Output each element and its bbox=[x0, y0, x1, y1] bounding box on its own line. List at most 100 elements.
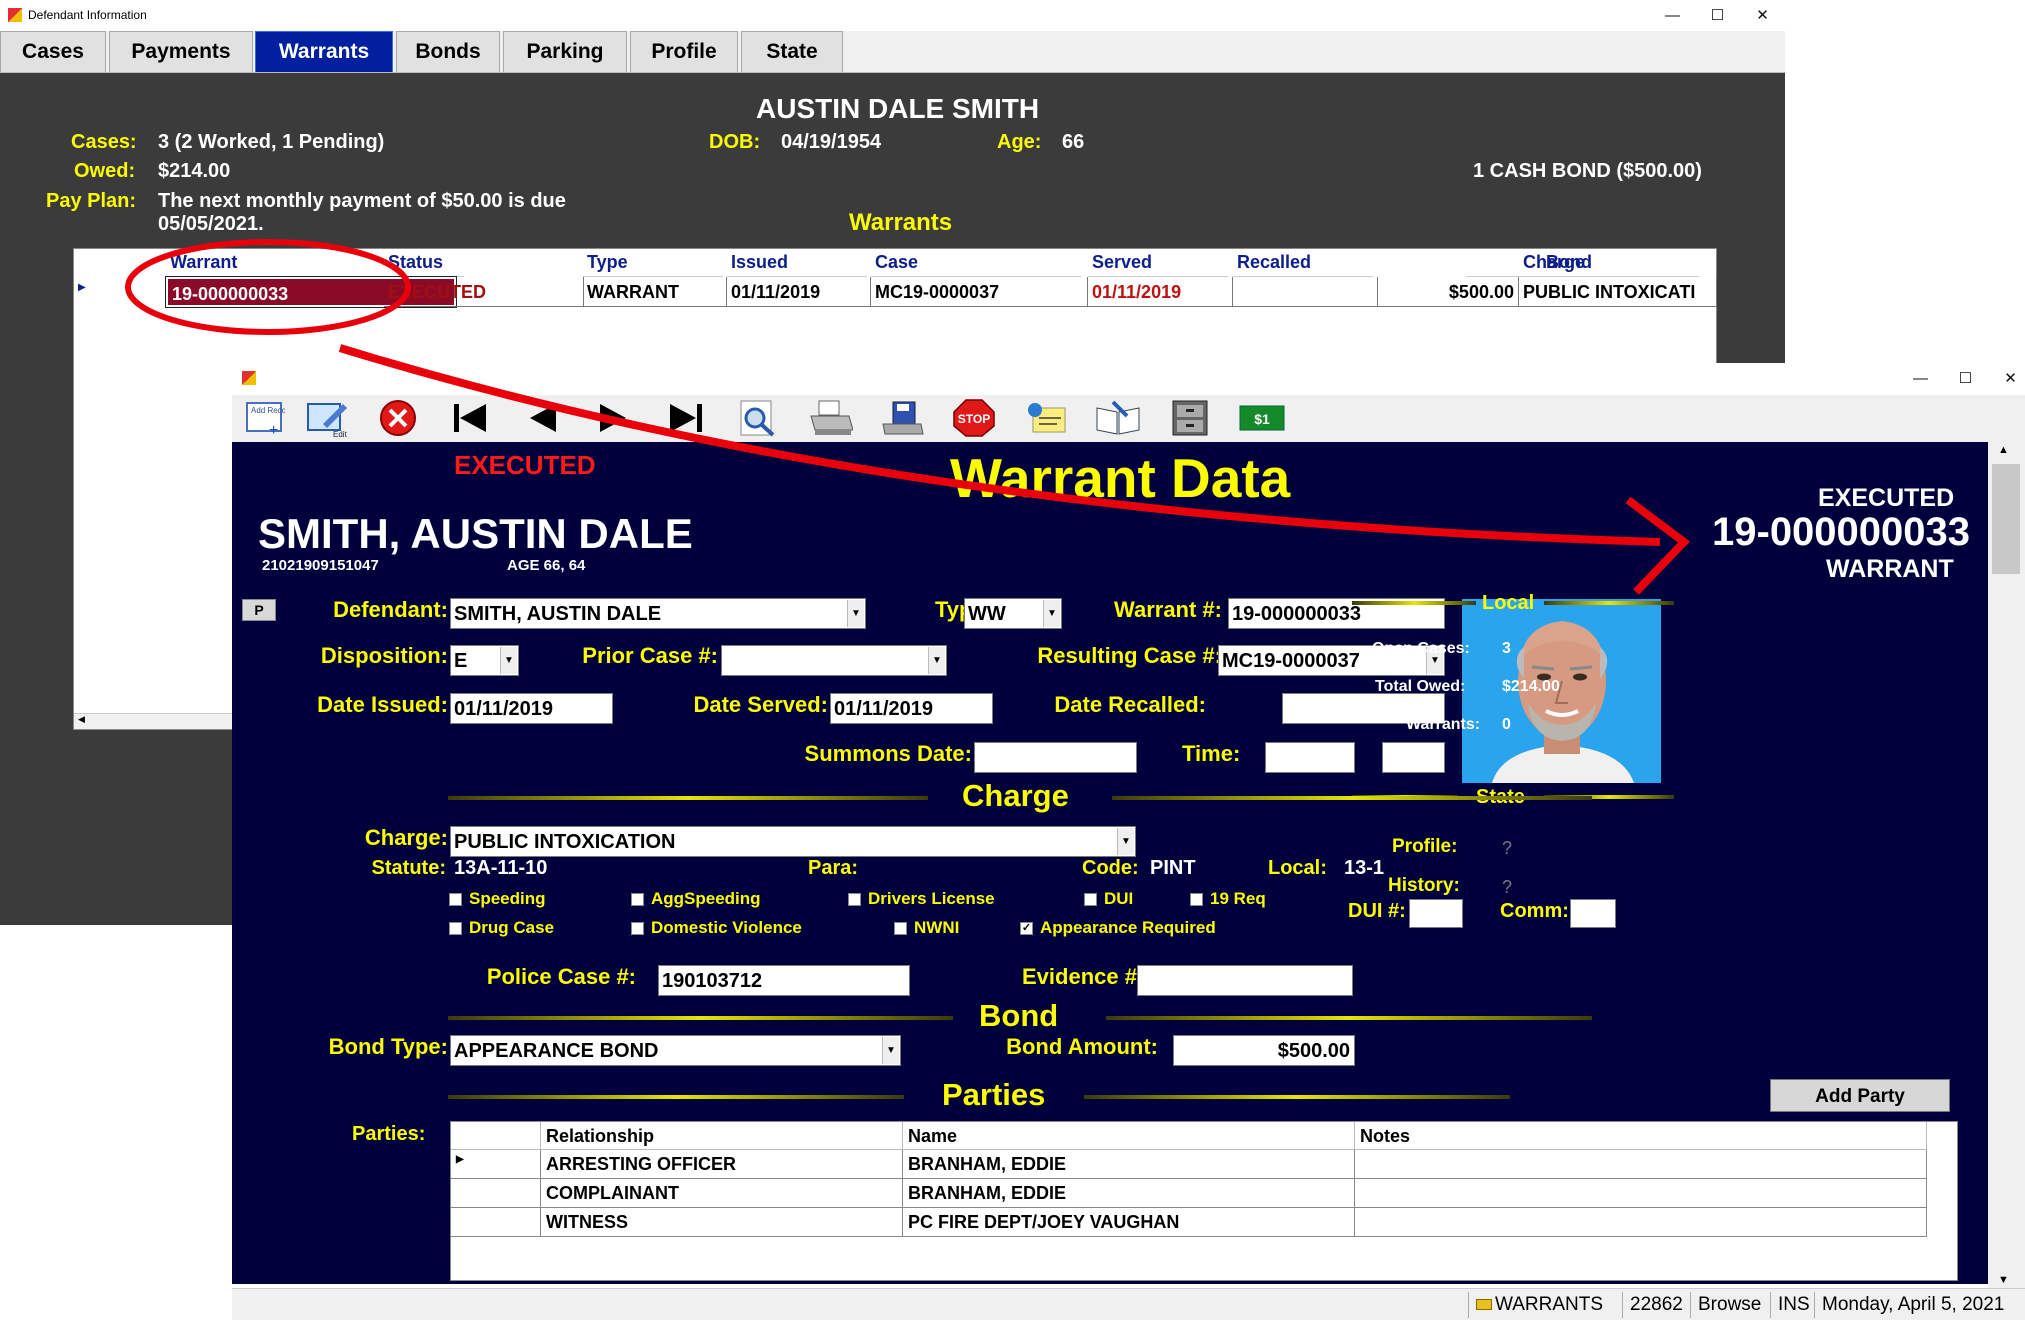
domestic-violence-checkbox[interactable]: Domestic Violence bbox=[631, 918, 802, 938]
relationship-cell[interactable]: WITNESS bbox=[541, 1208, 903, 1237]
charge-select[interactable]: PUBLIC INTOXICATION ▼ bbox=[450, 826, 1136, 857]
charge-section-title: Charge bbox=[962, 778, 1069, 813]
chevron-down-icon[interactable]: ▼ bbox=[1117, 828, 1134, 855]
relationship-cell[interactable]: ARRESTING OFFICER bbox=[541, 1150, 903, 1179]
notes-cell[interactable] bbox=[1355, 1179, 1927, 1208]
column-header-name[interactable]: Name bbox=[903, 1122, 1355, 1150]
defendant-photo bbox=[1462, 599, 1661, 783]
stop-label: STOP bbox=[958, 412, 990, 426]
checkbox-box[interactable] bbox=[1084, 892, 1097, 906]
police-case-field[interactable]: 190103712 bbox=[658, 965, 910, 996]
19-req-checkbox[interactable]: 19 Req bbox=[1190, 889, 1266, 909]
history-status-icon[interactable]: ? bbox=[1502, 877, 1512, 898]
last-record-button[interactable] bbox=[660, 398, 712, 438]
type-select[interactable]: WW ▼ bbox=[964, 598, 1062, 629]
disposition-select[interactable]: E ▼ bbox=[450, 645, 519, 676]
checkbox-box[interactable] bbox=[631, 892, 644, 906]
drug-case-checkbox[interactable]: Drug Case bbox=[449, 918, 554, 938]
stop-icon: STOP bbox=[953, 399, 995, 437]
dui-checkbox[interactable]: DUI bbox=[1084, 889, 1133, 909]
notes-cell[interactable] bbox=[1355, 1208, 1927, 1237]
scroll-thumb[interactable] bbox=[1992, 464, 2020, 574]
add-record-button[interactable]: Add Record + bbox=[238, 398, 290, 438]
aggspeeding-checkbox[interactable]: AggSpeeding bbox=[631, 889, 761, 909]
drivers-license-label: Drivers License bbox=[868, 889, 995, 908]
checkbox-box[interactable] bbox=[449, 921, 462, 935]
nwni-checkbox[interactable]: NWNI bbox=[894, 918, 959, 938]
defendant-select[interactable]: SMITH, AUSTIN DALE ▼ bbox=[450, 598, 866, 629]
prior-case-select[interactable]: ▼ bbox=[721, 645, 947, 676]
printer-icon bbox=[810, 400, 853, 435]
column-header-relationship[interactable]: Relationship bbox=[541, 1122, 903, 1150]
checkbox-box[interactable] bbox=[631, 921, 644, 935]
speeding-label: Speeding bbox=[469, 889, 546, 908]
p-button[interactable]: P bbox=[242, 599, 276, 621]
add-party-button[interactable]: Add Party bbox=[1770, 1079, 1950, 1112]
time-field[interactable] bbox=[1265, 742, 1355, 773]
cabinet-button[interactable] bbox=[1164, 398, 1216, 438]
search-button[interactable] bbox=[732, 398, 784, 438]
stop-button[interactable]: STOP bbox=[948, 398, 1000, 438]
history-button[interactable] bbox=[1092, 398, 1144, 438]
speeding-checkbox[interactable]: Speeding bbox=[449, 889, 546, 909]
bond-amount-field[interactable]: $500.00 bbox=[1173, 1035, 1355, 1066]
evidence-field[interactable] bbox=[1137, 965, 1353, 996]
chevron-down-icon[interactable]: ▼ bbox=[882, 1037, 899, 1064]
profile-status-icon[interactable]: ? bbox=[1502, 838, 1512, 859]
bond-type-value: APPEARANCE BOND bbox=[454, 1040, 659, 1062]
notes-cell[interactable] bbox=[1355, 1150, 1927, 1179]
checkbox-box[interactable] bbox=[1190, 892, 1203, 906]
total-owed-label: Total Owed: bbox=[1375, 678, 1466, 695]
time-period-field[interactable] bbox=[1382, 742, 1445, 773]
name-cell[interactable]: BRANHAM, EDDIE bbox=[903, 1179, 1355, 1208]
profile-label: Profile: bbox=[1392, 836, 1458, 857]
disposition-value: E bbox=[454, 650, 468, 672]
checkbox-box[interactable] bbox=[848, 892, 861, 906]
name-cell[interactable]: BRANHAM, EDDIE bbox=[903, 1150, 1355, 1179]
first-record-icon bbox=[454, 404, 486, 432]
first-record-button[interactable] bbox=[444, 398, 496, 438]
summons-date-field[interactable] bbox=[974, 742, 1137, 773]
time-label: Time: bbox=[1182, 741, 1241, 766]
chevron-down-icon[interactable]: ▼ bbox=[847, 600, 864, 627]
next-record-button[interactable] bbox=[588, 398, 640, 438]
scroll-up-icon[interactable]: ▲ bbox=[1998, 444, 2009, 456]
type-value: WW bbox=[968, 603, 1006, 625]
comm-field[interactable] bbox=[1570, 899, 1616, 928]
checkbox-box[interactable] bbox=[449, 892, 462, 906]
date-issued-field[interactable]: 01/11/2019 bbox=[450, 693, 613, 724]
open-cases-label: Open Cases: bbox=[1372, 640, 1470, 657]
edit-button[interactable]: Edit bbox=[302, 398, 354, 438]
appearance-required-checkbox[interactable]: ✓ Appearance Required bbox=[1020, 918, 1216, 938]
evidence-label: Evidence #: bbox=[1022, 964, 1145, 989]
chevron-down-icon[interactable]: ▼ bbox=[1043, 600, 1060, 627]
relationship-cell[interactable]: COMPLAINANT bbox=[541, 1179, 903, 1208]
checkbox-box[interactable] bbox=[894, 921, 907, 935]
minimize-icon[interactable]: — bbox=[1898, 363, 1943, 393]
chevron-down-icon[interactable]: ▼ bbox=[500, 647, 517, 674]
save-button[interactable] bbox=[876, 398, 928, 438]
delete-icon bbox=[380, 400, 416, 436]
bond-type-select[interactable]: APPEARANCE BOND ▼ bbox=[450, 1035, 901, 1066]
vertical-scrollbar[interactable]: ▲ ▼ bbox=[1988, 442, 2025, 1288]
previous-record-button[interactable] bbox=[516, 398, 568, 438]
checkmark-icon[interactable]: ✓ bbox=[1020, 921, 1033, 935]
local-panel-title: Local bbox=[1482, 592, 1535, 614]
column-header-notes[interactable]: Notes bbox=[1355, 1122, 1927, 1150]
delete-button[interactable] bbox=[372, 398, 424, 438]
close-icon[interactable]: ✕ bbox=[1988, 363, 2025, 393]
history-label: History: bbox=[1388, 875, 1460, 896]
maximize-icon[interactable]: ☐ bbox=[1943, 363, 1988, 393]
scroll-down-icon[interactable]: ▼ bbox=[1998, 1274, 2009, 1286]
date-served-field[interactable]: 01/11/2019 bbox=[830, 693, 993, 724]
drivers-license-checkbox[interactable]: Drivers License bbox=[848, 889, 995, 909]
print-button[interactable] bbox=[804, 398, 856, 438]
local-code-value: 13-1 bbox=[1344, 857, 1385, 879]
name-cell[interactable]: PC FIRE DEPT/JOEY VAUGHAN bbox=[903, 1208, 1355, 1237]
payment-button[interactable]: $1 bbox=[1236, 398, 1288, 438]
notes-button[interactable] bbox=[1020, 398, 1072, 438]
chevron-down-icon[interactable]: ▼ bbox=[928, 647, 945, 674]
add-record-label: Add Record bbox=[251, 406, 285, 415]
date-recalled-label: Date Recalled: bbox=[1054, 692, 1206, 717]
dui-number-field[interactable] bbox=[1409, 899, 1463, 928]
